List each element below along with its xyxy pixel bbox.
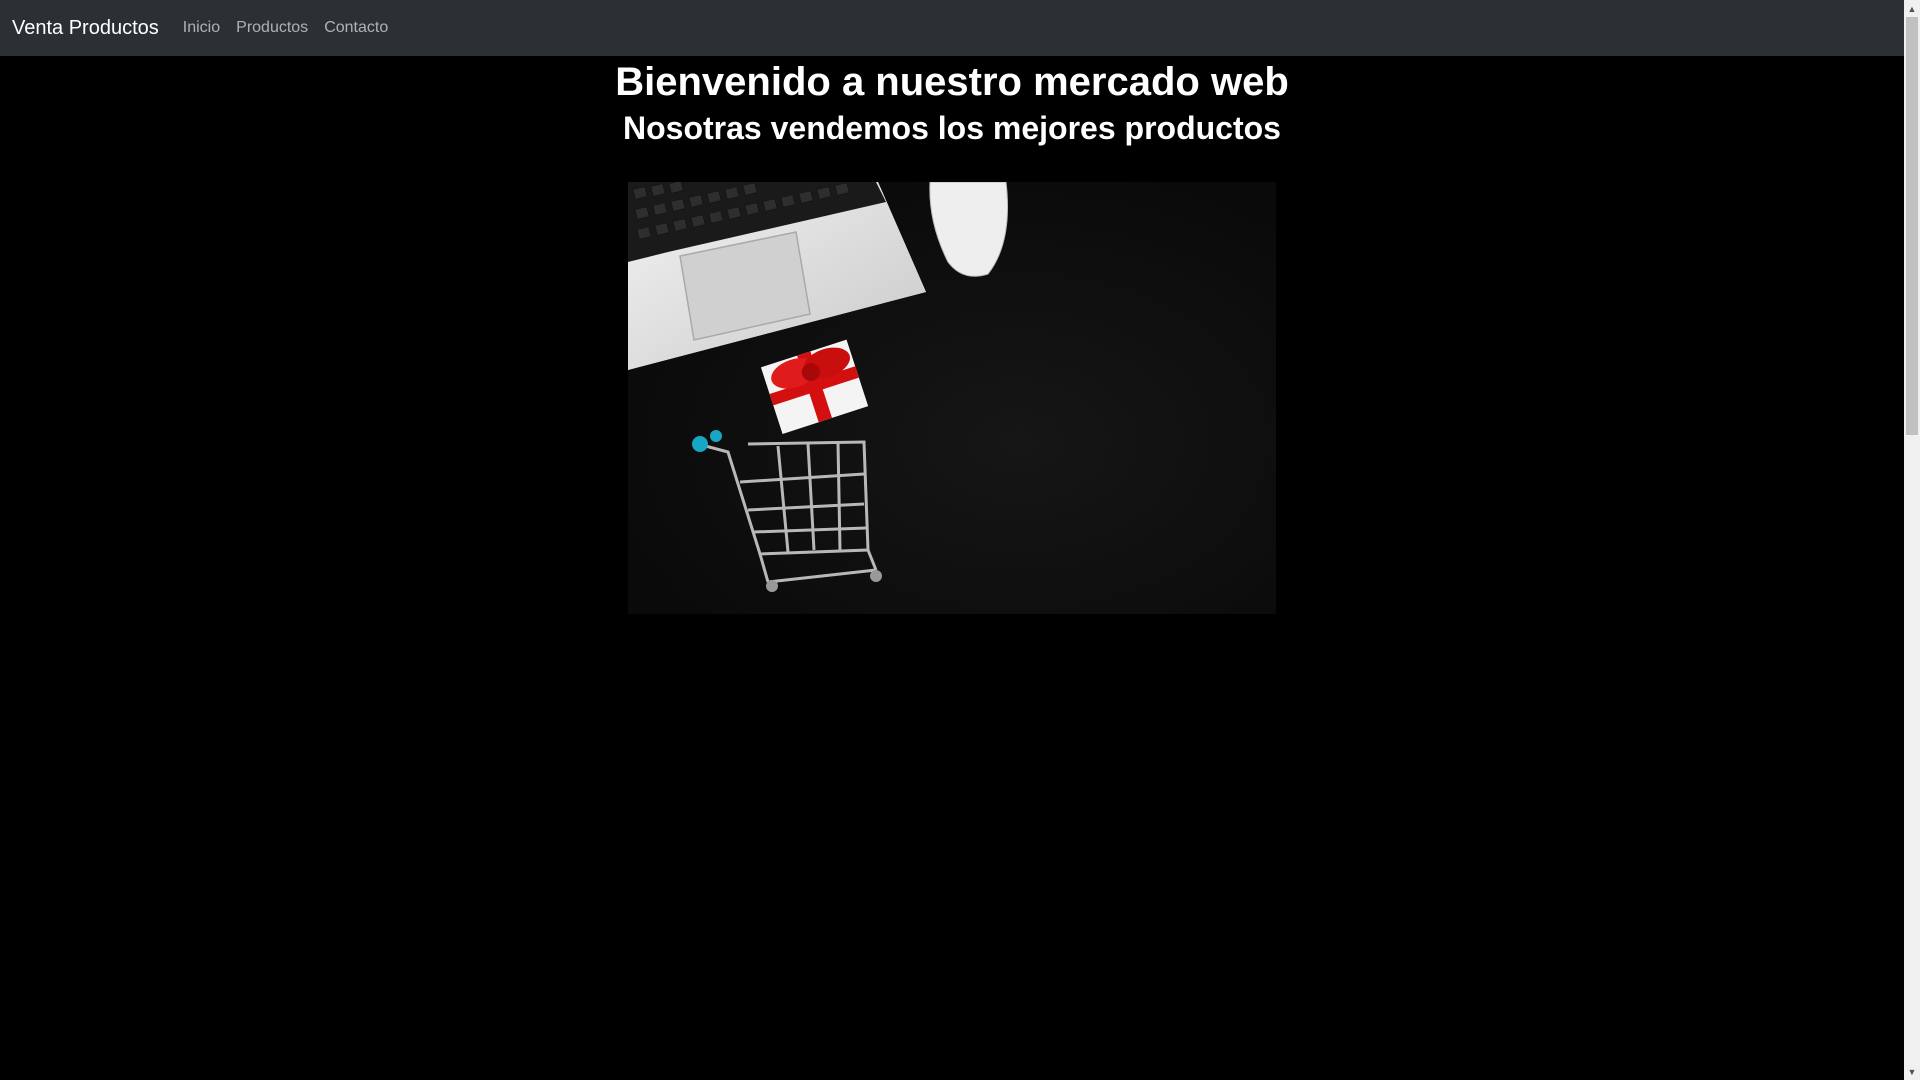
vertical-scrollbar[interactable]: ▲ ▼	[1904, 0, 1920, 1080]
hero-image	[628, 182, 1276, 614]
nav-link-productos[interactable]: Productos	[236, 19, 308, 37]
scrollbar-thumb[interactable]	[1906, 17, 1918, 435]
scroll-up-arrow-icon[interactable]: ▲	[1904, 0, 1920, 17]
laptop-cart-gift-image	[628, 182, 1009, 592]
page-title: Bienvenido a nuestro mercado web	[615, 60, 1289, 104]
page-subtitle: Nosotras vendemos los mejores productos	[623, 110, 1281, 146]
nav-link-contacto[interactable]: Contacto	[324, 19, 388, 37]
scroll-down-arrow-icon[interactable]: ▼	[1904, 1063, 1920, 1080]
nav-link-inicio[interactable]: Inicio	[183, 19, 220, 37]
navbar-brand[interactable]: Venta Productos	[12, 17, 159, 40]
navbar: Venta Productos Inicio Productos Contact…	[0, 0, 1904, 56]
